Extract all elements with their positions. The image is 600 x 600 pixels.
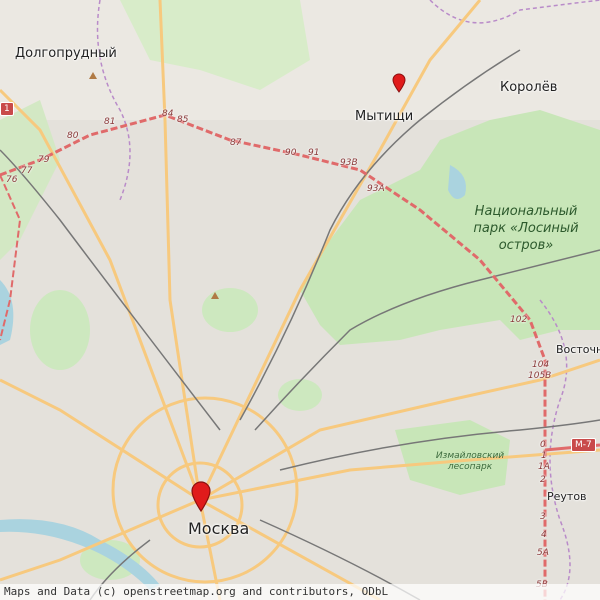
mkad-km-label: 2 [540, 475, 546, 485]
road-shield-m7: M-7 [571, 438, 596, 452]
izmailovo-park-label-line2: лесопарк [447, 462, 493, 472]
national-park-label-line1: Национальный [474, 204, 578, 219]
road-shield-edge: 1 [0, 102, 14, 116]
mkad-km-label: 1A [538, 462, 550, 472]
place-label-moscow[interactable]: Москва [188, 519, 249, 538]
mkad-km-label: 102 [510, 315, 528, 325]
mkad-km-label: 93В [340, 158, 358, 168]
place-label-mytishchi[interactable]: Мытищи [355, 109, 413, 124]
mkad-km-label: 104 [532, 360, 550, 370]
national-park-label-line2: парк «Лосиный [473, 221, 579, 236]
park-area [30, 290, 90, 370]
mkad-km-label: 3 [540, 512, 546, 522]
place-label-dolgoprudny[interactable]: Долгопрудный [15, 46, 117, 61]
izmailovo-park-label[interactable]: Измайловский лесопарк [430, 451, 510, 473]
mkad-km-label: 77 [21, 166, 33, 176]
mkad-km-label: 84 [162, 109, 174, 119]
map-viewport[interactable]: Долгопрудный Мытищи Королёв Восточны Реу… [0, 0, 600, 600]
national-park-label[interactable]: Национальный парк «Лосиный остров» [462, 203, 590, 254]
mkad-km-label: 0 [540, 440, 546, 450]
mkad-km-label: 79 [38, 155, 50, 165]
mkad-km-label: 76 [6, 175, 18, 185]
park-area [278, 379, 322, 411]
place-label-reutov[interactable]: Реутов [547, 490, 587, 503]
map-marker-mytishchi[interactable] [392, 73, 406, 93]
mkad-km-label: 5A [537, 548, 549, 558]
mkad-km-label: 4 [541, 530, 547, 540]
mkad-km-label: 93А [367, 184, 385, 194]
place-label-korolyov[interactable]: Королёв [500, 80, 557, 95]
mkad-km-label: 91 [308, 148, 320, 158]
mkad-km-label: 85 [177, 115, 189, 125]
mkad-km-label: 80 [67, 131, 79, 141]
place-label-vostochny[interactable]: Восточны [556, 343, 600, 356]
map-marker-moscow[interactable] [190, 480, 212, 512]
mkad-km-label: 87 [230, 138, 242, 148]
mkad-km-label: 90 [285, 148, 297, 158]
izmailovo-park-label-line1: Измайловский [435, 451, 505, 461]
park-area [202, 288, 258, 332]
mkad-km-label: 105В [528, 371, 552, 381]
national-park-label-line3: остров» [498, 238, 554, 253]
map-attribution[interactable]: Maps and Data (c) openstreetmap.org and … [0, 584, 600, 600]
mkad-km-label: 81 [104, 117, 116, 127]
mkad-km-label: 1 [541, 451, 547, 461]
